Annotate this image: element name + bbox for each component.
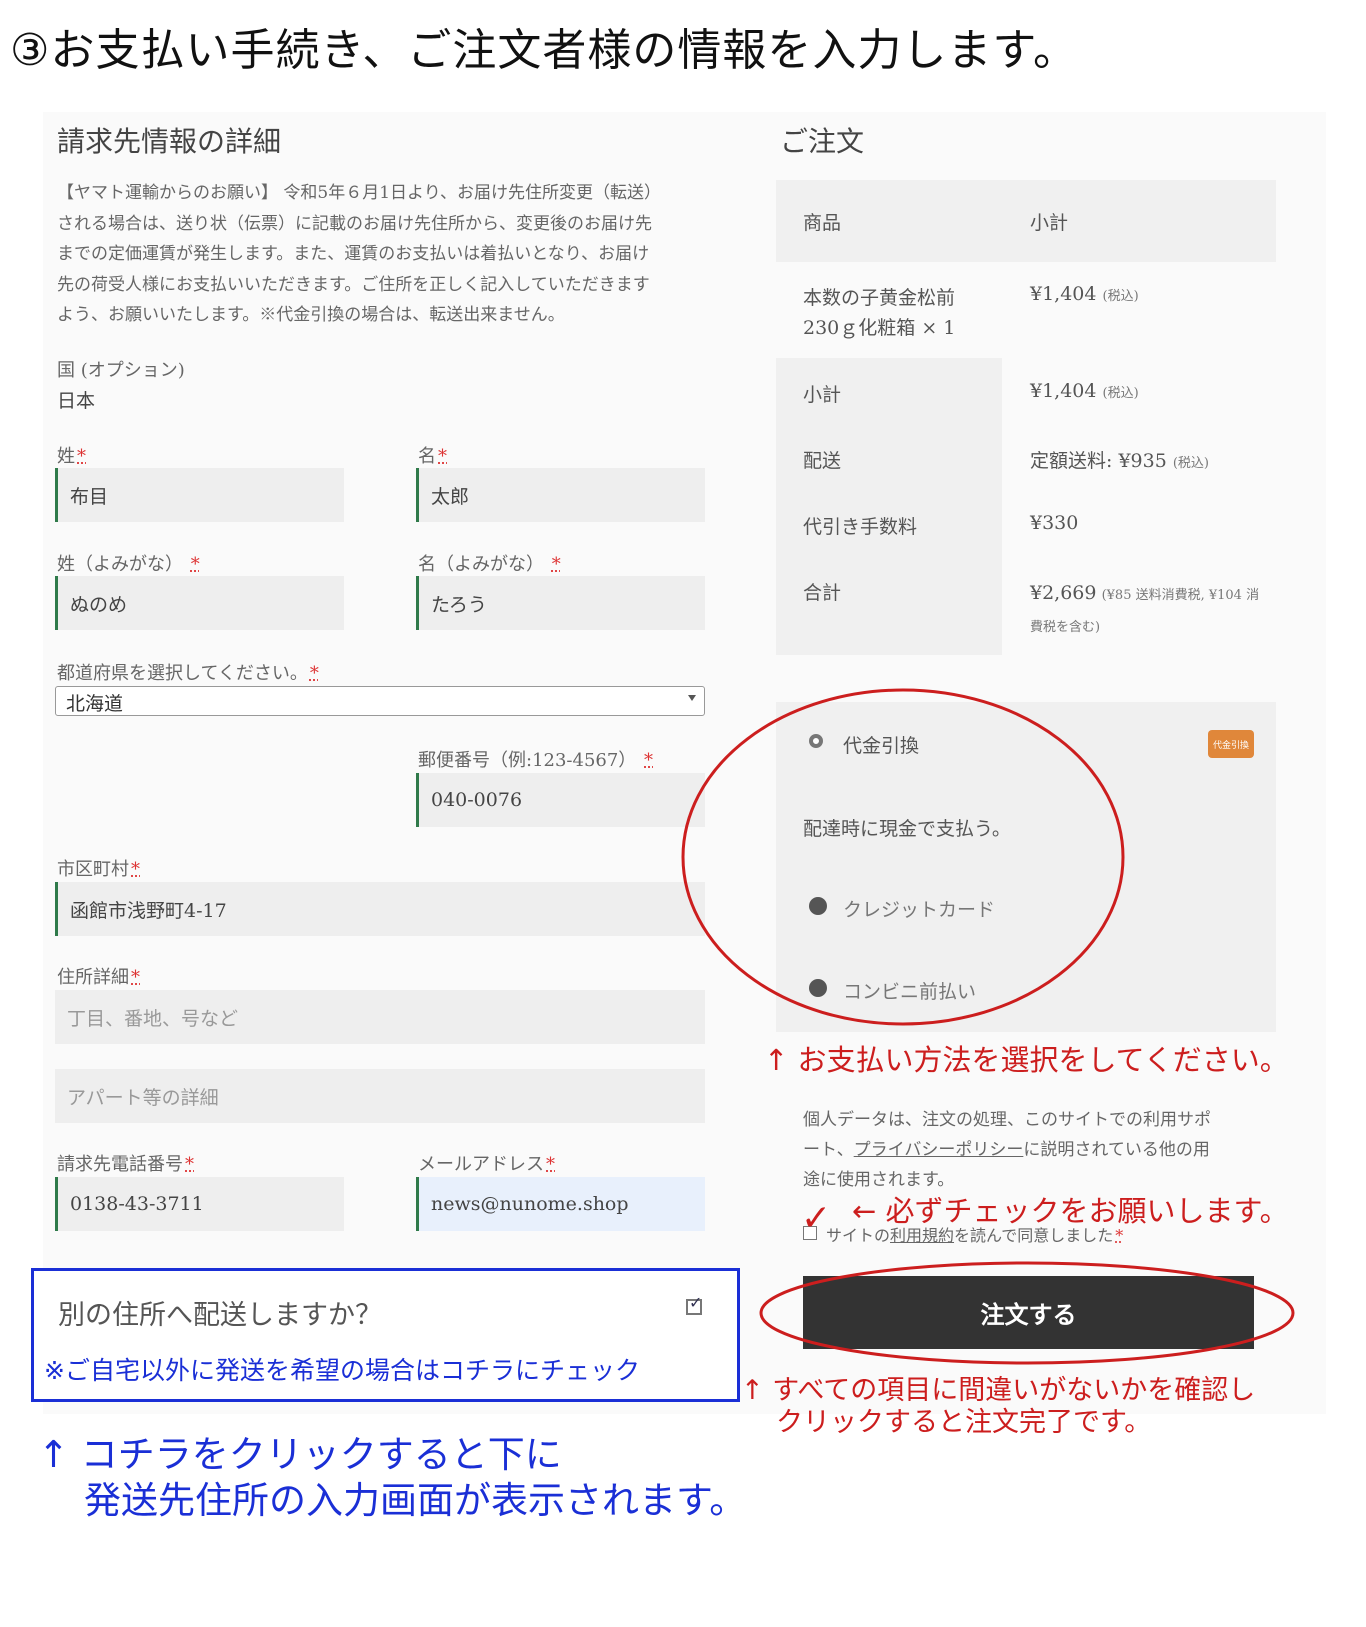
annotation-confirm: ↑ すべての項目に間違いがないかを確認し クリックすると注文完了です。 (741, 1375, 1255, 1439)
red-check-icon: ✓ (801, 1198, 832, 1239)
annotation-check-terms: ← 必ずチェックをお願いします。 (852, 1194, 1289, 1228)
annotation-ship-note: ↑ コチラをクリックすると下に 発送先住所の入力画面が表示されます。 (38, 1432, 746, 1524)
annotation-ship-note-line: 発送先住所の入力画面が表示されます。 (84, 1479, 747, 1522)
button-highlight-ellipse (759, 1261, 1295, 1365)
annotation-ship-note-line: ↑ コチラをクリックすると下に (38, 1433, 562, 1476)
annotation-confirm-line: ↑ すべての項目に間違いがないかを確認し (741, 1375, 1256, 1406)
annotation-payment-select: ↑ お支払い方法を選択をしてください。 (764, 1043, 1289, 1077)
payment-highlight-ellipse (681, 688, 1125, 1026)
annotation-confirm-line: クリックすると注文完了です。 (776, 1407, 1152, 1438)
